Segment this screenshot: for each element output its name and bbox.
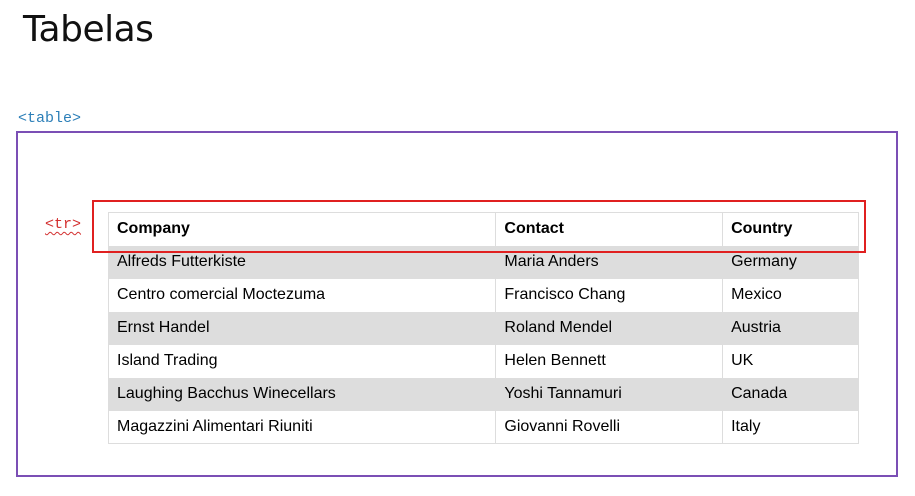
cell-company: Laughing Bacchus Winecellars: [107, 377, 497, 411]
table-row: Alfreds Futterkiste Maria Anders Germany: [107, 245, 859, 279]
cell-contact: Roland Mendel: [495, 311, 724, 345]
cell-country: Mexico: [722, 278, 859, 312]
table-row: Island Trading Helen Bennett UK: [107, 344, 859, 378]
table-tag-label: <table>: [18, 110, 82, 127]
cell-country: Canada: [722, 377, 859, 411]
header-country: Country: [722, 212, 859, 246]
cell-company: Centro comercial Moctezuma: [107, 278, 497, 312]
cell-country: Germany: [722, 245, 859, 279]
cell-company: Magazzini Alimentari Riuniti: [107, 410, 497, 444]
customers-table: Company Contact Country Alfreds Futterki…: [107, 212, 859, 444]
cell-country: Austria: [722, 311, 859, 345]
table-row: Ernst Handel Roland Mendel Austria: [107, 311, 859, 345]
page-title: Tabelas: [23, 9, 154, 50]
cell-country: UK: [722, 344, 859, 378]
header-company: Company: [107, 212, 497, 246]
cell-contact: Helen Bennett: [495, 344, 724, 378]
cell-company: Alfreds Futterkiste: [107, 245, 497, 279]
cell-contact: Giovanni Rovelli: [495, 410, 724, 444]
cell-company: Island Trading: [107, 344, 497, 378]
table-row: Magazzini Alimentari Riuniti Giovanni Ro…: [107, 410, 859, 444]
tr-tag-label: <tr>: [45, 216, 82, 233]
table-row: Centro comercial Moctezuma Francisco Cha…: [107, 278, 859, 312]
cell-contact: Yoshi Tannamuri: [495, 377, 724, 411]
cell-contact: Maria Anders: [495, 245, 724, 279]
cell-contact: Francisco Chang: [495, 278, 724, 312]
cell-country: Italy: [722, 410, 859, 444]
table-row: Laughing Bacchus Winecellars Yoshi Tanna…: [107, 377, 859, 411]
table-header-row: Company Contact Country: [107, 212, 859, 246]
cell-company: Ernst Handel: [107, 311, 497, 345]
header-contact: Contact: [495, 212, 724, 246]
